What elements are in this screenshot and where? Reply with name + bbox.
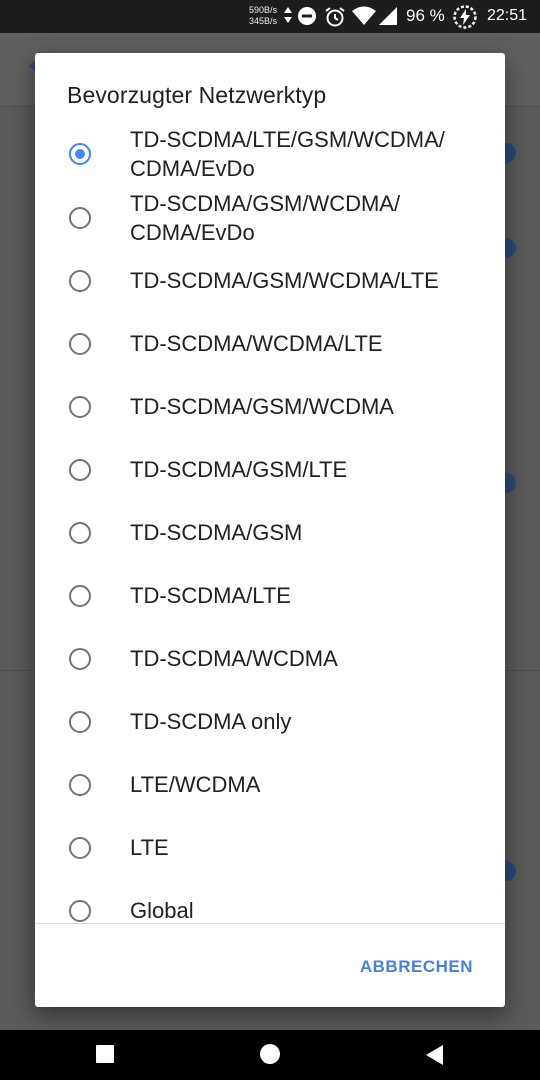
radio-button-checked[interactable]: [69, 143, 91, 165]
net-up-speed: 590B/s: [249, 5, 278, 15]
option-lte[interactable]: LTE: [35, 817, 505, 880]
option-label: TD-SCDMA/WCDMA: [130, 646, 338, 671]
alarm-icon: [324, 6, 346, 33]
home-circle-icon[interactable]: [260, 1044, 280, 1064]
option-label: LTE: [130, 835, 169, 860]
option-td-scdma-only[interactable]: TD-SCDMA only: [35, 691, 505, 754]
radio-button[interactable]: [69, 585, 91, 607]
wifi-icon: [352, 6, 376, 31]
option-label: TD-SCDMA/LTE/GSM/WCDMA/ CDMA/EvDo: [130, 125, 445, 183]
signal-icon: [378, 6, 398, 31]
radio-button[interactable]: [69, 333, 91, 355]
radio-button[interactable]: [69, 396, 91, 418]
option-td-scdma-gsm[interactable]: TD-SCDMA/GSM: [35, 502, 505, 565]
dialog-divider: [35, 923, 505, 924]
arrows-updown-icon: [284, 6, 292, 29]
option-label: TD-SCDMA/GSM/WCDMA: [130, 394, 394, 419]
option-td-scdma-wcdma-lte[interactable]: TD-SCDMA/WCDMA/LTE: [35, 313, 505, 376]
option-td-scdma-gsm-wcdma-lte[interactable]: TD-SCDMA/GSM/WCDMA/LTE: [35, 250, 505, 313]
option-label: TD-SCDMA/GSM: [130, 520, 303, 545]
option-label: TD-SCDMA/GSM/WCDMA/LTE: [130, 268, 439, 293]
option-td-scdma-wcdma[interactable]: TD-SCDMA/WCDMA: [35, 628, 505, 691]
radio-button[interactable]: [69, 711, 91, 733]
option-label: TD-SCDMA only: [130, 709, 292, 734]
option-global[interactable]: Global: [35, 880, 505, 923]
radio-button[interactable]: [69, 270, 91, 292]
option-td-scdma-lte[interactable]: TD-SCDMA/LTE: [35, 565, 505, 628]
option-label: LTE/WCDMA: [130, 772, 261, 797]
radio-button[interactable]: [69, 648, 91, 670]
network-speed: 590B/s 345B/s: [249, 5, 277, 27]
option-label-line2: CDMA/EvDo: [130, 156, 255, 181]
recents-square-icon[interactable]: [96, 1045, 114, 1063]
battery-percent: 96 %: [406, 6, 445, 25]
navigation-bar: [0, 1030, 540, 1080]
cancel-button[interactable]: ABBRECHEN: [360, 957, 473, 977]
option-label: TD-SCDMA/GSM/WCDMA/ CDMA/EvDo: [130, 189, 400, 247]
option-lte-wcdma[interactable]: LTE/WCDMA: [35, 754, 505, 817]
option-td-scdma-gsm-wcdma-cdma-evdo[interactable]: TD-SCDMA/GSM/WCDMA/ CDMA/EvDo: [35, 186, 505, 250]
do-not-disturb-icon: [297, 6, 317, 31]
option-label-line2: CDMA/EvDo: [130, 220, 255, 245]
battery-charging-icon: [452, 4, 478, 35]
radio-button[interactable]: [69, 207, 91, 229]
radio-button[interactable]: [69, 774, 91, 796]
option-label: TD-SCDMA/GSM/LTE: [130, 457, 348, 482]
radio-button[interactable]: [69, 837, 91, 859]
option-label-line1: TD-SCDMA/GSM/WCDMA/: [130, 191, 401, 216]
back-triangle-icon[interactable]: [425, 1044, 445, 1071]
option-label: TD-SCDMA/WCDMA/LTE: [130, 331, 383, 356]
radio-button[interactable]: [69, 900, 91, 922]
option-label: Global: [130, 898, 194, 923]
status-bar: 590B/s 345B/s 96 % 22:51: [0, 0, 540, 33]
dialog-title: Bevorzugter Netzwerktyp: [67, 82, 327, 108]
option-label-line1: TD-SCDMA/LTE/GSM/WCDMA/: [130, 127, 445, 152]
clock: 22:51: [487, 7, 528, 24]
radio-button[interactable]: [69, 522, 91, 544]
network-type-options-list[interactable]: TD-SCDMA/LTE/GSM/WCDMA/ CDMA/EvDo TD-SCD…: [35, 122, 505, 923]
option-td-scdma-gsm-lte[interactable]: TD-SCDMA/GSM/LTE: [35, 439, 505, 502]
net-down-speed: 345B/s: [249, 16, 278, 26]
option-label: TD-SCDMA/LTE: [130, 583, 291, 608]
preferred-network-type-dialog: Bevorzugter Netzwerktyp TD-SCDMA/LTE/GSM…: [35, 53, 505, 1007]
radio-button[interactable]: [69, 459, 91, 481]
option-td-scdma-lte-gsm-wcdma-cdma-evdo[interactable]: TD-SCDMA/LTE/GSM/WCDMA/ CDMA/EvDo: [35, 122, 505, 186]
option-td-scdma-gsm-wcdma[interactable]: TD-SCDMA/GSM/WCDMA: [35, 376, 505, 439]
